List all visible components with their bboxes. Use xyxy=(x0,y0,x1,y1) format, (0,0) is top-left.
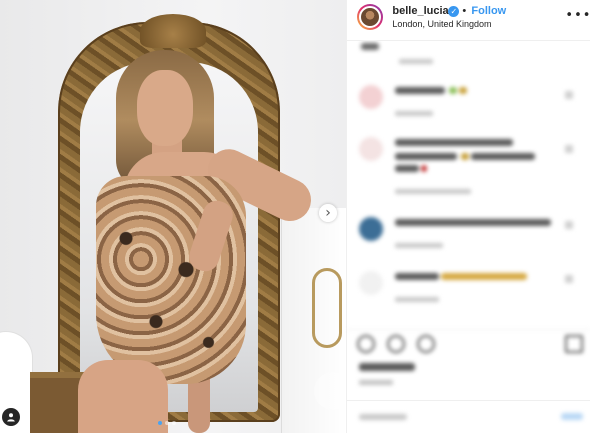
username-link[interactable]: belle_lucia xyxy=(392,5,448,17)
likes-count[interactable] xyxy=(359,363,416,371)
instagram-post: › belle_lucia ✓ • Follow London, United … xyxy=(0,0,590,433)
action-bar xyxy=(347,329,590,356)
comments-list xyxy=(347,41,590,329)
carousel-dot xyxy=(158,421,162,425)
bookmark-icon[interactable] xyxy=(565,335,584,353)
post-header: belle_lucia ✓ • Follow London, United Ki… xyxy=(347,0,590,41)
next-image-button[interactable]: › xyxy=(319,204,337,222)
more-options-icon[interactable]: ••• xyxy=(565,8,590,23)
user-tags-button[interactable] xyxy=(2,408,20,426)
carousel-dot xyxy=(172,421,176,425)
comment-input[interactable] xyxy=(359,414,408,420)
model-legs xyxy=(78,360,168,433)
post-side-panel: belle_lucia ✓ • Follow London, United Ki… xyxy=(346,0,590,433)
avatar-photo xyxy=(359,6,382,28)
carousel-indicator xyxy=(158,421,176,425)
add-comment-bar xyxy=(347,400,590,434)
avatar[interactable] xyxy=(357,4,384,30)
towel-ring xyxy=(312,268,342,348)
user-tag-icon xyxy=(7,413,15,422)
chevron-right-icon: › xyxy=(325,205,331,221)
share-icon[interactable] xyxy=(417,335,436,353)
mirror-crest xyxy=(140,14,206,48)
model-face xyxy=(137,70,193,146)
post-timestamp xyxy=(359,380,394,385)
carousel-dot xyxy=(165,421,169,425)
watermark-logo xyxy=(314,372,347,410)
heart-icon[interactable] xyxy=(357,335,376,353)
post-photo[interactable]: › xyxy=(0,0,347,433)
location-link[interactable]: London, United Kingdom xyxy=(392,19,491,29)
comment-icon[interactable] xyxy=(387,335,406,353)
follow-button[interactable]: Follow xyxy=(471,5,506,17)
verified-badge-icon: ✓ xyxy=(448,6,460,17)
post-comment-button[interactable] xyxy=(561,413,584,420)
header-separator: • xyxy=(462,5,467,17)
